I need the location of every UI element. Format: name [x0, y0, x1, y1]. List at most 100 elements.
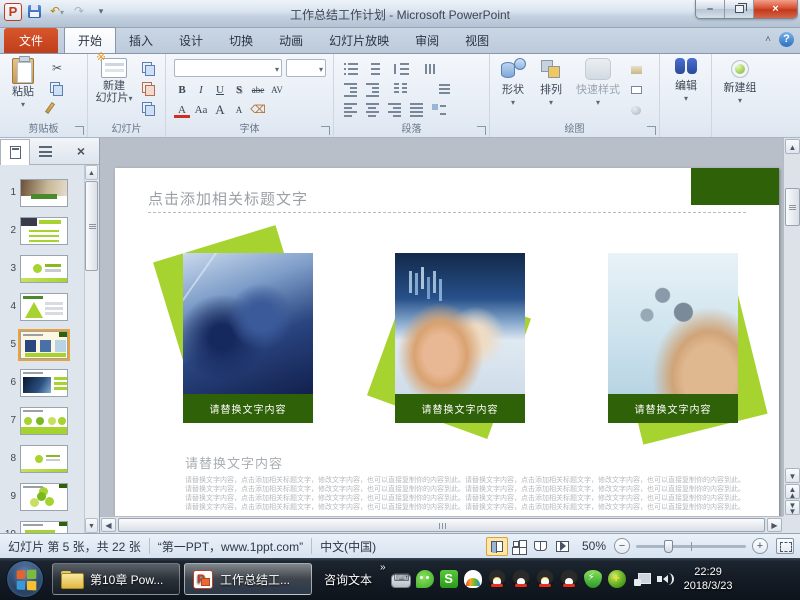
- close-button[interactable]: ×: [754, 0, 797, 18]
- normal-view-button[interactable]: [486, 537, 508, 556]
- section-button[interactable]: [142, 102, 154, 114]
- desktop-toolbar-label[interactable]: 咨询文本: [324, 571, 372, 588]
- scroll-up-button[interactable]: ▲: [785, 139, 800, 154]
- cut-button[interactable]: ✂: [48, 60, 66, 76]
- shape-fill-button[interactable]: [630, 63, 645, 77]
- panel-scroll-up-button[interactable]: ▲: [85, 165, 98, 180]
- restore-button[interactable]: [725, 0, 754, 18]
- slide-thumbnail-5-selected[interactable]: 5: [0, 331, 84, 361]
- slide-thumbnail-8[interactable]: 8: [0, 445, 84, 475]
- numbering-button[interactable]: [366, 62, 381, 76]
- toolbar-overflow-chevron[interactable]: »: [380, 558, 386, 573]
- qq-icon-4[interactable]: [560, 570, 578, 588]
- grow-font-button[interactable]: A: [212, 102, 228, 118]
- tab-view[interactable]: 视图: [452, 28, 502, 53]
- panel-scrollbar-thumb[interactable]: [85, 181, 98, 271]
- horizontal-scrollbar[interactable]: ◀ ▶: [100, 516, 783, 533]
- slideshow-button[interactable]: [552, 537, 574, 556]
- body-heading-placeholder[interactable]: 请替换文字内容: [185, 453, 283, 472]
- vertical-scrollbar-thumb[interactable]: [785, 188, 800, 226]
- sogou-s-icon[interactable]: S: [440, 570, 458, 588]
- underline-button[interactable]: U: [212, 82, 228, 98]
- wechat-icon[interactable]: [416, 570, 434, 588]
- help-button[interactable]: ?: [779, 32, 794, 47]
- fit-to-window-button[interactable]: [776, 538, 794, 554]
- qq-icon-1[interactable]: [488, 570, 506, 588]
- zoom-level[interactable]: 50%: [582, 539, 606, 553]
- tab-design[interactable]: 设计: [166, 28, 216, 53]
- tab-slideshow[interactable]: 幻灯片放映: [316, 28, 402, 53]
- format-painter-button[interactable]: [48, 100, 52, 116]
- slide-thumbnail-2[interactable]: 2: [0, 217, 84, 247]
- tab-transitions[interactable]: 切换: [216, 28, 266, 53]
- reset-slide-button[interactable]: [142, 82, 154, 94]
- taskbar-clock[interactable]: 22:29 2018/3/23: [684, 565, 733, 593]
- content-card-3[interactable]: 请替换文字内容: [608, 253, 738, 425]
- edit-button[interactable]: 编辑▾: [666, 58, 706, 105]
- convert-smartart-button[interactable]: [432, 102, 447, 116]
- content-card-2[interactable]: 请替换文字内容: [395, 253, 525, 425]
- paragraph-dialog-launcher[interactable]: [477, 126, 486, 135]
- tab-animations[interactable]: 动画: [266, 28, 316, 53]
- next-slide-button[interactable]: ▼▼: [785, 500, 800, 515]
- slide-thumbnail-6[interactable]: 6: [0, 369, 84, 399]
- input-keyboard-icon[interactable]: [392, 575, 410, 587]
- qq-icon-2[interactable]: [512, 570, 530, 588]
- layout-button[interactable]: [142, 62, 154, 74]
- quick-styles-button[interactable]: 快速样式▾: [572, 58, 624, 109]
- shape-effects-button[interactable]: [630, 103, 645, 117]
- outline-tab[interactable]: [30, 139, 60, 163]
- zoom-slider-track[interactable]: [636, 545, 746, 548]
- shapes-button[interactable]: 形状▾: [496, 58, 530, 109]
- text-direction-button[interactable]: [424, 62, 439, 76]
- columns-button[interactable]: [394, 82, 409, 96]
- minimize-button[interactable]: –: [696, 0, 725, 18]
- character-spacing-button[interactable]: AV: [269, 82, 285, 98]
- horizontal-scrollbar-thumb[interactable]: [118, 518, 765, 532]
- tab-insert[interactable]: 插入: [116, 28, 166, 53]
- text-shadow-button[interactable]: S: [231, 82, 247, 98]
- arrange-button[interactable]: 排列▾: [534, 58, 568, 109]
- taskbar-button-powerpoint[interactable]: 工作总结工...: [184, 563, 312, 595]
- font-size-select[interactable]: ▾: [286, 59, 326, 77]
- shrink-font-button[interactable]: A: [231, 102, 247, 118]
- italic-button[interactable]: I: [193, 82, 209, 98]
- content-card-1[interactable]: 请替换文字内容: [183, 253, 313, 425]
- zoom-slider-thumb[interactable]: [664, 540, 673, 553]
- zoom-in-button[interactable]: +: [752, 538, 768, 554]
- line-spacing-button[interactable]: [394, 62, 409, 76]
- tab-file[interactable]: 文件: [4, 28, 58, 53]
- decrease-indent-button[interactable]: [344, 82, 359, 96]
- paste-button[interactable]: 粘贴▾: [6, 58, 40, 111]
- clear-formatting-button[interactable]: ⌫: [250, 102, 266, 118]
- align-text-button[interactable]: [438, 82, 453, 96]
- change-case-button[interactable]: Aa: [193, 102, 209, 118]
- taskbar-button-folder[interactable]: 第10章 Pow...: [52, 563, 180, 595]
- shape-outline-button[interactable]: [630, 83, 645, 97]
- vertical-scrollbar[interactable]: ▲ ▼ ▲▲ ▼▼: [783, 138, 800, 516]
- align-right-button[interactable]: [388, 102, 403, 116]
- antivirus-ball-icon[interactable]: [608, 570, 626, 588]
- slide-thumbnail-1[interactable]: 1: [0, 179, 84, 209]
- font-dialog-launcher[interactable]: [321, 126, 330, 135]
- scroll-right-button[interactable]: ▶: [767, 518, 782, 532]
- slide-thumbnail-3[interactable]: 3: [0, 255, 84, 285]
- justify-button[interactable]: [410, 102, 425, 116]
- align-center-button[interactable]: [366, 102, 381, 116]
- close-panel-button[interactable]: ×: [77, 143, 85, 159]
- font-color-button[interactable]: A: [174, 102, 190, 118]
- tab-review[interactable]: 审阅: [402, 28, 452, 53]
- slide-title-placeholder[interactable]: 点击添加相关标题文字: [148, 188, 308, 209]
- qq-icon-3[interactable]: [536, 570, 554, 588]
- scroll-left-button[interactable]: ◀: [101, 518, 116, 532]
- collapse-ribbon-button[interactable]: ˄: [765, 34, 771, 45]
- new-group-button[interactable]: 新建组▾: [716, 58, 764, 107]
- increase-indent-button[interactable]: [366, 82, 381, 96]
- previous-slide-button[interactable]: ▲▲: [785, 484, 800, 499]
- align-left-button[interactable]: [344, 102, 359, 116]
- scroll-down-button[interactable]: ▼: [785, 468, 800, 483]
- slide-thumbnail-7[interactable]: 7: [0, 407, 84, 437]
- bold-button[interactable]: B: [174, 82, 190, 98]
- sogou-cloud-icon[interactable]: [464, 570, 482, 588]
- security-shield-icon[interactable]: [584, 570, 602, 588]
